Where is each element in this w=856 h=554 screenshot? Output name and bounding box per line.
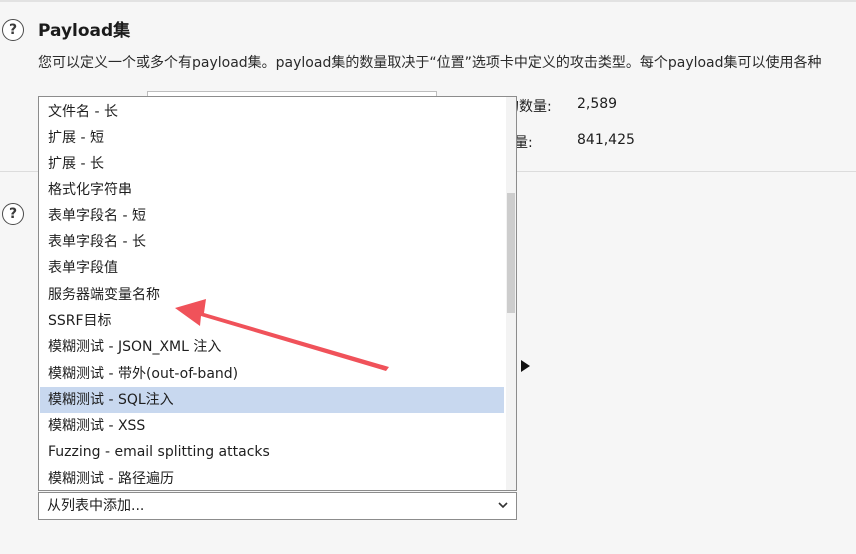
scrollbar-thumb[interactable] bbox=[507, 193, 515, 313]
list-scrollbar[interactable] bbox=[506, 97, 516, 490]
list-item[interactable]: 模糊测试 - JSON_XML 注入 bbox=[40, 334, 504, 360]
list-item[interactable]: 模糊测试 - 带外(out-of-band) bbox=[40, 361, 504, 387]
add-from-list-select[interactable]: 从列表中添加... bbox=[38, 492, 517, 520]
list-item[interactable]: 模糊测试 - 路径遍历 bbox=[40, 466, 504, 490]
help-icon[interactable]: ? bbox=[2, 19, 24, 41]
request-count-value: 841,425 bbox=[577, 132, 635, 148]
section-description: 您可以定义一个或多个有payload集。payload集的数量取决于“位置”选项… bbox=[38, 55, 822, 71]
list-item[interactable]: 格式化字符串 bbox=[40, 177, 504, 203]
list-item[interactable]: 表单字段值 bbox=[40, 255, 504, 281]
list-item-server-variable-names[interactable]: 服务器端变量名称 bbox=[40, 282, 504, 308]
list-item[interactable]: 扩展 - 短 bbox=[40, 125, 504, 151]
triangle-right-icon[interactable] bbox=[521, 360, 530, 372]
list-item[interactable]: SSRF目标 bbox=[40, 308, 504, 334]
list-item-selected[interactable]: 模糊测试 - SQL注入 bbox=[40, 387, 504, 413]
help-icon[interactable]: ? bbox=[2, 203, 24, 225]
list-item[interactable]: Fuzzing - email splitting attacks bbox=[40, 439, 504, 465]
list-item[interactable]: 表单字段名 - 长 bbox=[40, 229, 504, 255]
list-item[interactable]: 扩展 - 长 bbox=[40, 151, 504, 177]
section-title: Payload集 bbox=[38, 21, 131, 41]
list-item[interactable]: 表单字段名 - 短 bbox=[40, 203, 504, 229]
payload-count-value: 2,589 bbox=[577, 96, 618, 112]
chevron-down-icon[interactable] bbox=[497, 499, 509, 511]
list-item[interactable]: 文件名 - 长 bbox=[40, 99, 504, 125]
payload-list-dropdown[interactable]: 文件名 - 长 扩展 - 短 扩展 - 长 格式化字符串 表单字段名 - 短 表… bbox=[38, 96, 517, 491]
add-from-list-value: 从列表中添加... bbox=[47, 498, 145, 514]
top-border bbox=[0, 0, 856, 2]
list-item[interactable]: 模糊测试 - XSS bbox=[40, 413, 504, 439]
